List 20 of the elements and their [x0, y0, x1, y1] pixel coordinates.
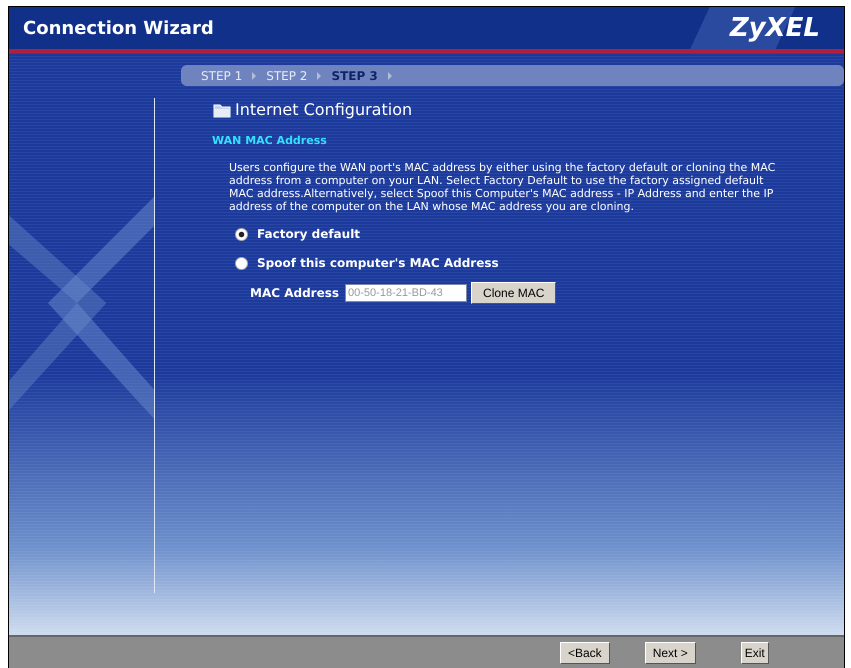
arrow-icon [388, 72, 392, 80]
radio-button[interactable] [235, 228, 248, 240]
arrow-icon [252, 72, 256, 80]
brand-logo: ZyXEL [730, 13, 820, 43]
subsection-title: WAN MAC Address [212, 134, 328, 147]
radio-button[interactable] [235, 256, 248, 270]
description-text: Users configure the WAN port's MAC address by either using the factory default or cloning the MAC address from a computer on your LAN. Select Factory Default to use the factory assigned default MAC address.Alternatively, select Spoof this Computer's MAC address - IP Address and enter the IP address of the computer on the LAN whose MAC address you are cloning. [229, 161, 776, 213]
option-label: Factory default [257, 227, 360, 241]
step-label: STEP 2 [266, 68, 308, 82]
folder-icon [213, 102, 231, 118]
wizard-button[interactable]: Next > [644, 642, 696, 664]
arrow-icon [317, 72, 322, 80]
wizard-button[interactable]: Exit [740, 642, 769, 664]
section-title: Internet Configuration [235, 100, 412, 119]
step-label: STEP 1 [201, 68, 242, 82]
window-title: Connection Wizard [23, 18, 214, 38]
mac-address-label: MAC Address [250, 286, 340, 300]
wizard-button[interactable]: <Back [560, 642, 610, 664]
step-label: STEP 3 [331, 68, 378, 82]
option-label: Spoof this computer's MAC Address [257, 256, 499, 270]
